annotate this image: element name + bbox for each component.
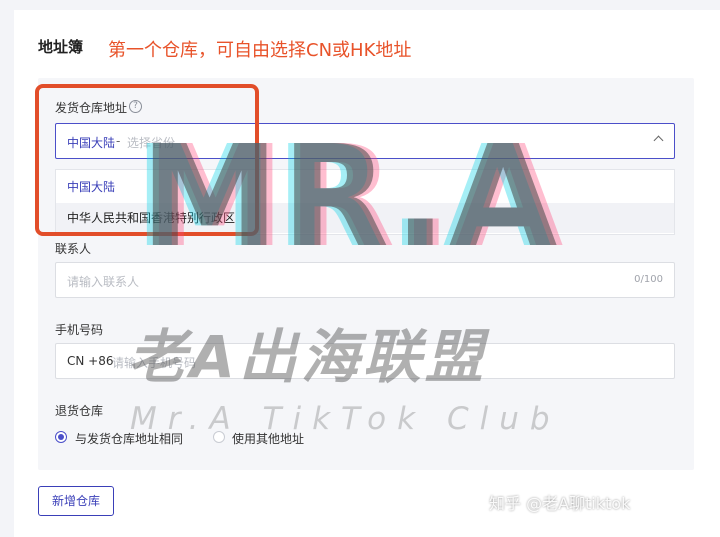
watermark-source: 知乎 @老A聊tiktok (489, 494, 631, 513)
phone-country-prefix[interactable]: CN +86 (67, 354, 114, 368)
contact-label: 联系人 (55, 242, 92, 256)
watermark-en: Mr.A TikTok Club (130, 401, 561, 437)
return-warehouse-label: 退货仓库 (55, 404, 104, 418)
annotation-text: 第一个仓库，可自由选择CN或HK地址 (108, 40, 412, 61)
watermark-logo: MR.A (140, 116, 560, 279)
add-warehouse-button[interactable]: 新增仓库 (38, 486, 114, 516)
contact-placeholder: 请输入联系人 (67, 275, 140, 289)
watermark-cn: 老A出海联盟 (128, 323, 487, 391)
page-title: 地址簿 (38, 38, 84, 56)
chevron-up-icon (653, 135, 664, 146)
phone-label: 手机号码 (55, 323, 104, 337)
contact-char-counter: 0/100 (634, 274, 663, 285)
radio-same-as-ship[interactable] (55, 431, 67, 443)
